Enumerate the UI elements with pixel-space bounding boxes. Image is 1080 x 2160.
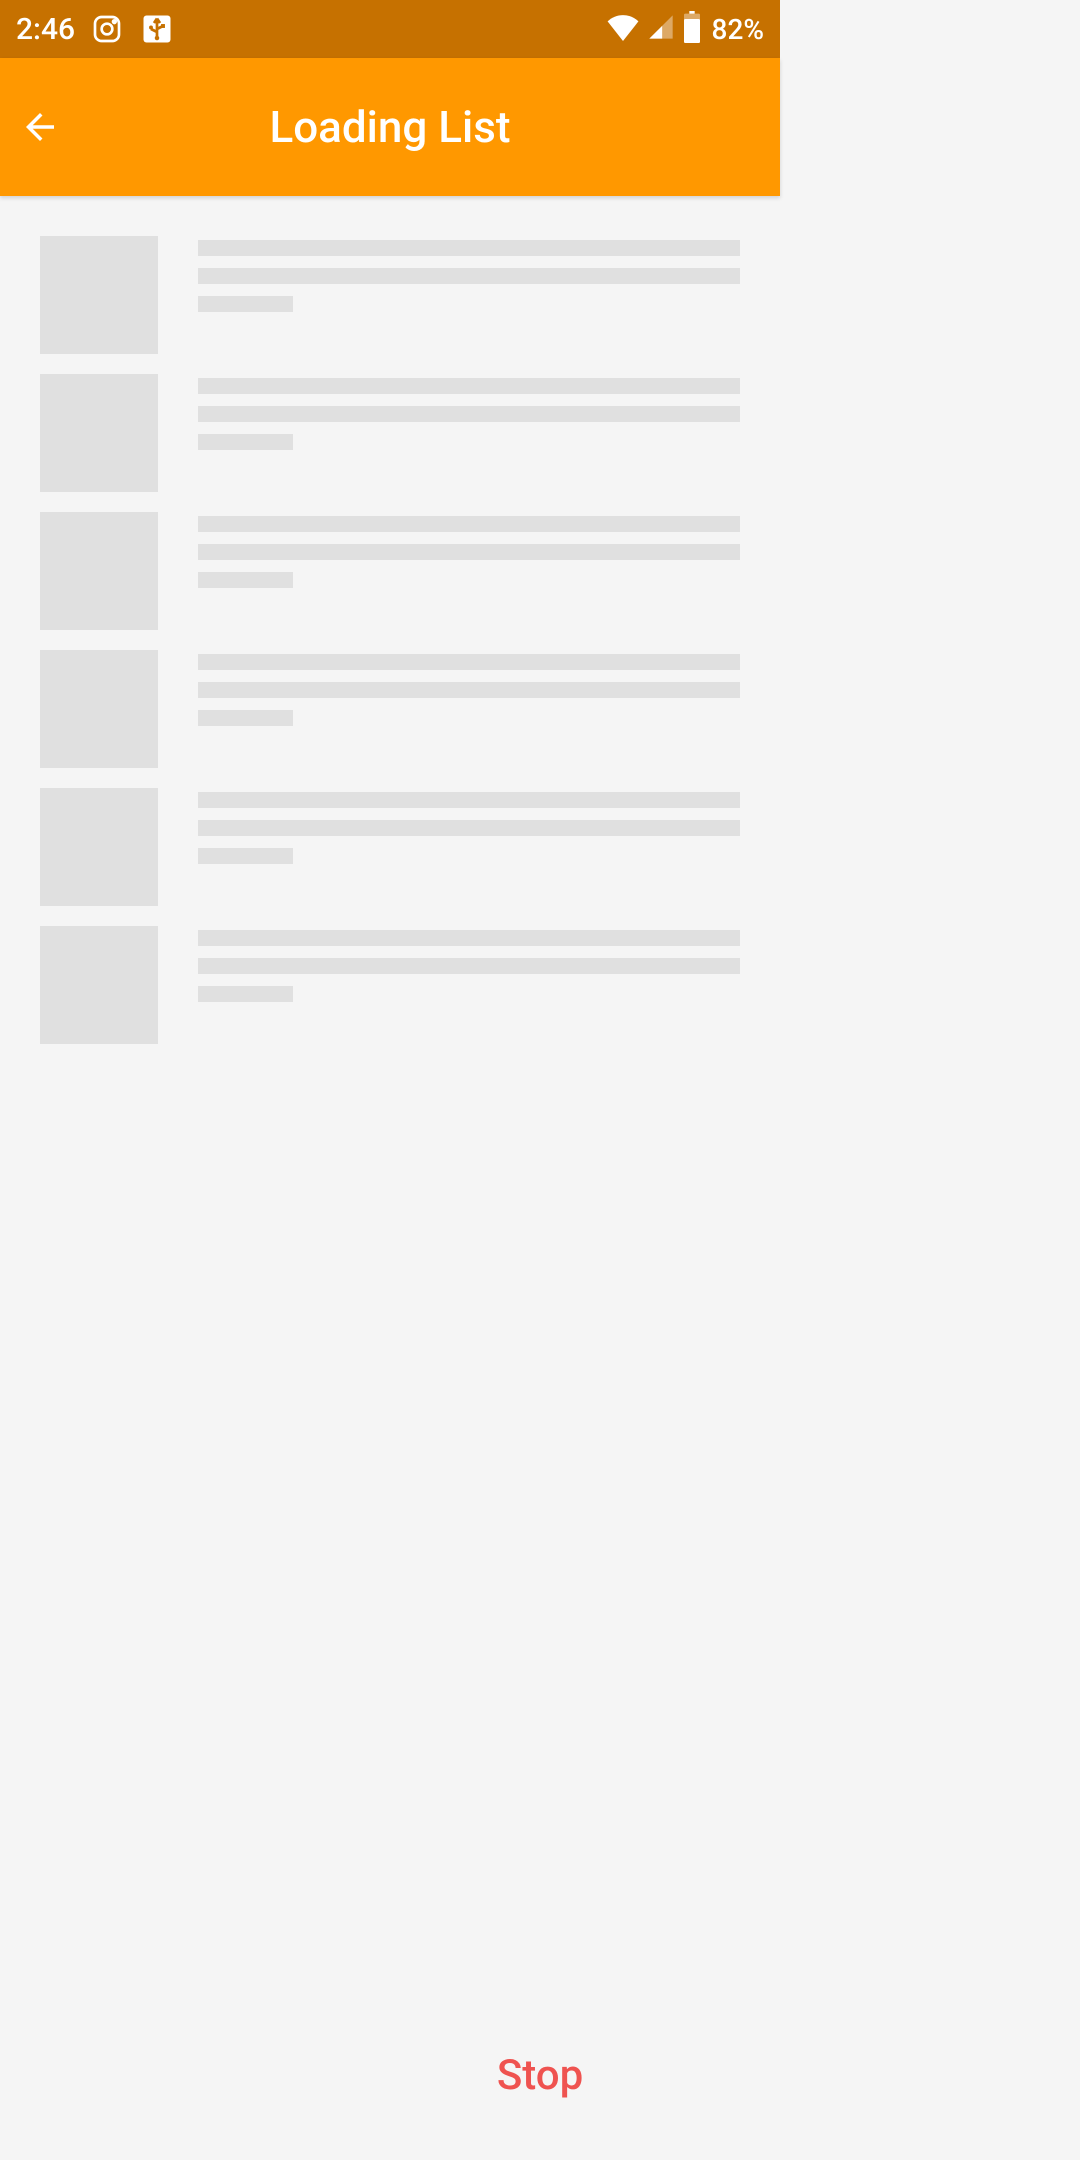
skeleton-thumbnail <box>40 926 158 1044</box>
page-title: Loading List <box>0 101 780 153</box>
skeleton-thumbnail <box>40 512 158 630</box>
wifi-icon <box>606 13 640 45</box>
skeleton-thumbnail <box>40 788 158 906</box>
skeleton-line <box>198 378 740 394</box>
skeleton-thumbnail <box>40 650 158 768</box>
back-button[interactable] <box>0 58 80 196</box>
back-arrow-icon <box>19 106 61 148</box>
skeleton-lines <box>198 650 740 768</box>
battery-percent: 82% <box>712 13 764 46</box>
skeleton-line <box>198 544 740 560</box>
skeleton-line <box>198 682 740 698</box>
list-item <box>40 374 740 492</box>
skeleton-line <box>198 268 740 284</box>
skeleton-line <box>198 792 740 808</box>
skeleton-lines <box>198 236 740 354</box>
skeleton-line <box>198 930 740 946</box>
skeleton-line <box>198 406 740 422</box>
status-bar-left: 2:46 <box>16 11 175 47</box>
stop-button[interactable]: Stop <box>0 2051 1080 2100</box>
usb-icon <box>139 11 175 47</box>
skeleton-line <box>198 820 740 836</box>
list-item <box>40 236 740 354</box>
instagram-icon <box>89 11 125 47</box>
skeleton-line <box>198 516 740 532</box>
skeleton-list <box>0 196 780 1044</box>
skeleton-lines <box>198 926 740 1044</box>
status-bar: 2:46 <box>0 0 780 58</box>
skeleton-line <box>198 958 740 974</box>
skeleton-line <box>198 986 293 1002</box>
list-item <box>40 512 740 630</box>
status-bar-right: 82% <box>606 11 764 47</box>
list-item <box>40 926 740 1044</box>
skeleton-line <box>198 848 293 864</box>
skeleton-thumbnail <box>40 374 158 492</box>
skeleton-line <box>198 654 740 670</box>
battery-icon <box>682 11 702 47</box>
skeleton-lines <box>198 788 740 906</box>
status-time: 2:46 <box>16 12 75 47</box>
list-item <box>40 788 740 906</box>
skeleton-line <box>198 572 293 588</box>
skeleton-line <box>198 296 293 312</box>
skeleton-line <box>198 434 293 450</box>
skeleton-thumbnail <box>40 236 158 354</box>
app-bar: Loading List <box>0 58 780 196</box>
skeleton-lines <box>198 374 740 492</box>
signal-icon <box>646 13 676 45</box>
skeleton-line <box>198 240 740 256</box>
skeleton-lines <box>198 512 740 630</box>
skeleton-line <box>198 710 293 726</box>
list-item <box>40 650 740 768</box>
